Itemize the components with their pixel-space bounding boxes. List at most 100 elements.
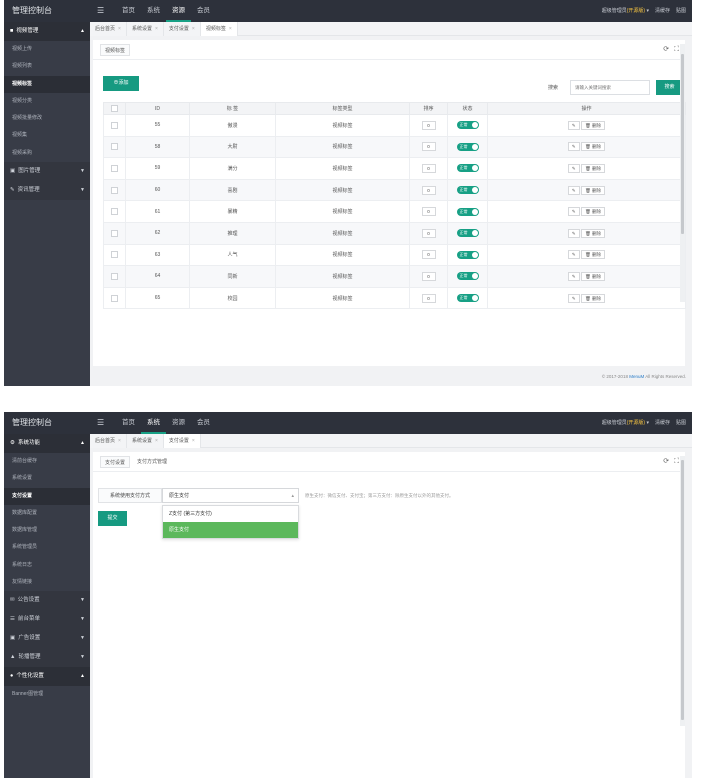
- sidebar-item-video-category[interactable]: 视频分类: [4, 92, 90, 111]
- sidebar-item-system-settings[interactable]: 系统设置: [4, 470, 90, 488]
- table-scrollbar[interactable]: [680, 44, 685, 302]
- sort-input[interactable]: 0: [421, 120, 436, 130]
- delete-button[interactable]: 🗑 删除: [581, 185, 606, 195]
- delete-button[interactable]: 🗑 删除: [581, 271, 606, 281]
- topnav-home[interactable]: 首页: [116, 0, 141, 22]
- row-checkbox[interactable]: [103, 178, 126, 202]
- refresh-icon[interactable]: ⟳: [663, 456, 669, 468]
- close-icon[interactable]: ×: [192, 438, 195, 444]
- topnav-system[interactable]: 系统: [141, 412, 166, 434]
- sidebar-item-banner-manage[interactable]: Banner图管理: [4, 686, 90, 704]
- sidebar-item-video-upload[interactable]: 视频上传: [4, 41, 90, 59]
- row-checkbox[interactable]: [103, 221, 126, 245]
- tab-home[interactable]: 后台首页 ×: [90, 434, 127, 448]
- option-zpay[interactable]: Z支付 (第三方支付): [163, 506, 298, 522]
- sidebar-group-front-menu[interactable]: ☰ 前台菜单 ▼: [4, 610, 90, 630]
- sidebar-group-video[interactable]: ■ 视频管理 ▲: [4, 22, 90, 41]
- edit-button[interactable]: ✎: [567, 142, 580, 152]
- row-checkbox[interactable]: [103, 114, 126, 137]
- sort-input[interactable]: 0: [421, 250, 436, 260]
- sidebar-item-db-manage[interactable]: 数据库管理: [4, 522, 90, 540]
- row-checkbox[interactable]: [103, 243, 126, 267]
- edit-button[interactable]: ✎: [567, 120, 580, 130]
- edit-button[interactable]: ✎: [567, 207, 580, 217]
- delete-button[interactable]: 🗑 删除: [581, 120, 606, 130]
- topnav-members[interactable]: 会员: [191, 0, 216, 22]
- close-icon[interactable]: ×: [118, 26, 121, 32]
- footer-link[interactable]: MenuM: [629, 374, 644, 379]
- edit-button[interactable]: ✎: [567, 293, 580, 303]
- close-icon[interactable]: ×: [155, 26, 158, 32]
- sort-input[interactable]: 0: [421, 271, 436, 281]
- tab-home[interactable]: 后台首页 ×: [90, 22, 127, 36]
- logout-link[interactable]: 贴图: [676, 0, 686, 22]
- topnav-resources[interactable]: 资源: [166, 412, 191, 434]
- topnav-members[interactable]: 会员: [191, 412, 216, 434]
- logout-link[interactable]: 贴图: [676, 412, 686, 434]
- delete-button[interactable]: 🗑 删除: [581, 142, 606, 152]
- sort-input[interactable]: 0: [421, 293, 436, 303]
- sidebar-item-video-purchase[interactable]: 视频采购: [4, 144, 90, 163]
- delete-button[interactable]: 🗑 删除: [581, 250, 606, 260]
- tab-system-settings[interactable]: 系统设置 ×: [126, 22, 164, 36]
- row-checkbox[interactable]: [103, 135, 126, 159]
- delete-button[interactable]: 🗑 删除: [581, 207, 606, 217]
- status-toggle[interactable]: 正常: [456, 142, 479, 151]
- status-toggle[interactable]: 正常: [456, 164, 479, 173]
- tab-payment-settings[interactable]: 支付设置 ×: [163, 434, 201, 448]
- delete-button[interactable]: 🗑 删除: [581, 293, 606, 303]
- status-toggle[interactable]: 正常: [456, 229, 479, 238]
- sidebar-item-video-tags[interactable]: 视频标签: [4, 75, 90, 93]
- sort-input[interactable]: 0: [421, 142, 436, 152]
- admin-menu[interactable]: 超级管理员(开源版) ▾: [602, 412, 649, 434]
- close-icon[interactable]: ×: [118, 438, 121, 444]
- row-checkbox[interactable]: [103, 286, 126, 310]
- sidebar-item-video-list[interactable]: 视频列表: [4, 58, 90, 76]
- sidebar-item-payment-settings[interactable]: 支付设置: [4, 487, 90, 505]
- edit-button[interactable]: ✎: [567, 185, 580, 195]
- payment-method-select[interactable]: 原生支付 ▴: [162, 488, 299, 503]
- delete-button[interactable]: 🗑 删除: [581, 228, 606, 238]
- tab-system-settings[interactable]: 系统设置 ×: [126, 434, 164, 448]
- panel-tab-payment-settings[interactable]: 支付设置: [100, 456, 131, 468]
- search-button[interactable]: 搜索: [656, 80, 683, 95]
- delete-button[interactable]: 🗑 删除: [581, 163, 606, 173]
- row-checkbox[interactable]: [103, 157, 126, 180]
- fullscreen-icon[interactable]: ⛶: [674, 456, 679, 468]
- edit-button[interactable]: ✎: [567, 163, 580, 173]
- submit-button[interactable]: 提交: [98, 511, 127, 526]
- status-toggle[interactable]: 正常: [456, 294, 479, 303]
- sidebar-group-system[interactable]: ⚙ 系统功能 ▲: [4, 434, 90, 453]
- sidebar-group-carousel[interactable]: ▲ 轮播管理 ▼: [4, 648, 90, 668]
- sort-input[interactable]: 0: [421, 207, 436, 217]
- fullscreen-icon[interactable]: ⛶: [674, 44, 679, 56]
- admin-menu[interactable]: 超级管理员(开源版) ▾: [602, 0, 649, 22]
- close-icon[interactable]: ×: [192, 26, 195, 32]
- sidebar-group-personalize[interactable]: ● 个性化设置 ▲: [4, 667, 90, 687]
- select-all-checkbox[interactable]: [103, 102, 126, 115]
- sidebar-item-clear-cache[interactable]: 清前台缓存: [4, 453, 90, 471]
- status-toggle[interactable]: 正常: [456, 121, 479, 130]
- row-checkbox[interactable]: [103, 200, 126, 223]
- row-checkbox[interactable]: [103, 265, 126, 288]
- sidebar-group-news[interactable]: ✎ 资讯管理 ▼: [4, 181, 90, 201]
- topnav-home[interactable]: 首页: [116, 412, 141, 434]
- search-input[interactable]: [570, 80, 650, 95]
- panel-tab-video-tags[interactable]: 视频标签: [100, 44, 131, 56]
- add-button[interactable]: ⊕添加: [103, 76, 139, 91]
- clear-cache-link[interactable]: 清缓存: [655, 412, 670, 434]
- edit-button[interactable]: ✎: [567, 228, 580, 238]
- tab-video-tags[interactable]: 视频标签 ×: [200, 22, 238, 36]
- close-icon[interactable]: ×: [229, 26, 232, 32]
- menu-toggle-icon[interactable]: ☰: [97, 0, 104, 22]
- edit-button[interactable]: ✎: [567, 271, 580, 281]
- clear-cache-link[interactable]: 清缓存: [655, 0, 670, 22]
- sidebar-group-images[interactable]: ▣ 图片管理 ▼: [4, 162, 90, 182]
- topnav-system[interactable]: 系统: [141, 0, 166, 22]
- edit-button[interactable]: ✎: [567, 250, 580, 260]
- option-native-pay[interactable]: 原生支付: [163, 522, 298, 538]
- sidebar-group-notices[interactable]: ✉ 公告设置 ▼: [4, 591, 90, 611]
- sort-input[interactable]: 0: [421, 163, 436, 173]
- status-toggle[interactable]: 正常: [456, 186, 479, 195]
- sidebar-item-system-log[interactable]: 系统日志: [4, 556, 90, 575]
